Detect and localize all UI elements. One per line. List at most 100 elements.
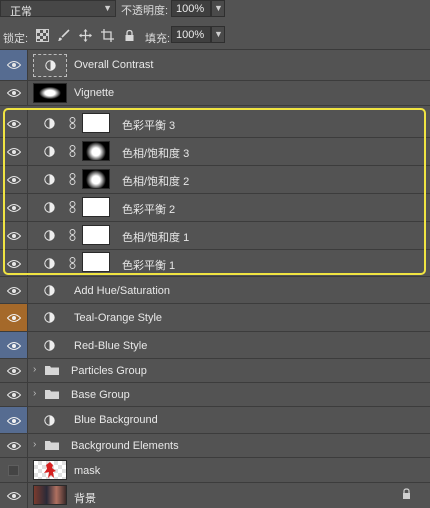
lock-all-icon[interactable] xyxy=(123,29,136,42)
opacity-input[interactable]: 100% xyxy=(171,0,211,17)
layer-row[interactable]: Overall Contrast xyxy=(0,50,430,81)
lock-transparent-pixels-icon[interactable] xyxy=(36,29,49,42)
visibility-toggle[interactable] xyxy=(0,332,28,358)
layer-group-row[interactable]: › Particles Group xyxy=(0,359,430,383)
link-icon[interactable] xyxy=(69,257,76,269)
layer-row[interactable]: 色相/饱和度 2 xyxy=(0,166,430,194)
layer-group-row[interactable]: › Background Elements xyxy=(0,434,430,458)
fill-input[interactable]: 100% xyxy=(171,26,211,43)
folder-icon xyxy=(45,441,59,450)
link-icon[interactable] xyxy=(69,145,76,157)
visibility-toggle[interactable] xyxy=(0,138,28,165)
eye-icon xyxy=(7,61,21,69)
visibility-toggle[interactable] xyxy=(0,407,28,433)
visibility-toggle[interactable] xyxy=(0,383,28,406)
layer-name: Base Group xyxy=(71,389,130,401)
visibility-toggle[interactable] xyxy=(0,304,28,331)
folder-icon xyxy=(45,390,59,399)
link-icon[interactable] xyxy=(69,201,76,213)
adjustment-layer-icon xyxy=(44,118,55,129)
eye-icon xyxy=(7,391,21,399)
layer-name: mask xyxy=(74,465,101,477)
eye-icon xyxy=(7,492,21,500)
adjustment-layer-icon xyxy=(44,285,55,296)
layer-mask-thumbnail[interactable] xyxy=(82,197,110,217)
eye-icon xyxy=(7,232,21,240)
brush-icon[interactable] xyxy=(57,29,70,42)
layer-row[interactable]: mask xyxy=(0,458,430,483)
layer-row[interactable]: 背景 xyxy=(0,483,430,508)
layer-row[interactable]: 色相/饱和度 3 xyxy=(0,138,430,166)
visibility-toggle[interactable] xyxy=(0,110,28,137)
visibility-toggle[interactable] xyxy=(0,81,28,105)
visibility-toggle[interactable] xyxy=(0,250,28,276)
link-icon[interactable] xyxy=(69,117,76,129)
adjustment-layer-icon xyxy=(44,258,55,269)
eye-icon xyxy=(7,204,21,212)
layer-row[interactable]: Teal-Orange Style xyxy=(0,304,430,332)
eye-icon xyxy=(7,120,21,128)
layer-mask-thumbnail[interactable] xyxy=(82,252,110,272)
fill-value: 100% xyxy=(176,29,205,41)
adjustment-layer-icon xyxy=(44,146,55,157)
lock-label: 锁定: xyxy=(3,33,29,45)
fill-dropdown-button[interactable]: ▼ xyxy=(211,26,225,43)
adjustment-layer-icon xyxy=(44,174,55,185)
adjustment-layer-icon xyxy=(44,230,55,241)
layer-name: 色彩平衡 1 xyxy=(122,260,176,272)
move-icon[interactable] xyxy=(79,29,92,42)
figure-silhouette-icon xyxy=(44,462,56,478)
layer-row[interactable]: 色彩平衡 3 xyxy=(0,110,430,138)
layer-name: Red-Blue Style xyxy=(74,340,148,352)
layer-mask-thumbnail[interactable] xyxy=(82,113,110,133)
layer-group-row[interactable]: › Base Group xyxy=(0,383,430,407)
visibility-toggle[interactable] xyxy=(0,166,28,193)
layer-thumbnail xyxy=(33,54,67,77)
eye-icon xyxy=(7,260,21,268)
eye-icon xyxy=(7,417,21,425)
blend-mode-dropdown[interactable]: 正常 ▼ xyxy=(0,0,116,18)
visibility-toggle[interactable] xyxy=(0,483,28,508)
adjustment-layer-icon xyxy=(45,60,56,71)
layer-name: Background Elements xyxy=(71,440,179,452)
layer-name: 色相/饱和度 2 xyxy=(122,176,190,188)
layer-name: Teal-Orange Style xyxy=(74,312,163,324)
crop-artboard-icon[interactable] xyxy=(101,29,114,42)
eye-icon xyxy=(7,287,21,295)
opacity-dropdown-button[interactable]: ▼ xyxy=(211,0,225,17)
layer-row[interactable]: Vignette xyxy=(0,81,430,106)
expand-arrow-icon[interactable]: › xyxy=(33,364,36,375)
layer-name: 色相/饱和度 3 xyxy=(122,148,190,160)
visibility-toggle[interactable] xyxy=(0,222,28,249)
layer-row[interactable]: Add Hue/Saturation xyxy=(0,278,430,304)
expand-arrow-icon[interactable]: › xyxy=(33,439,36,450)
link-icon[interactable] xyxy=(69,229,76,241)
eye-icon xyxy=(7,442,21,450)
adjustment-layer-icon xyxy=(44,340,55,351)
layer-mask-thumbnail[interactable] xyxy=(82,169,110,189)
layer-thumbnail xyxy=(33,485,67,505)
visibility-toggle[interactable] xyxy=(0,194,28,221)
layer-mask-thumbnail[interactable] xyxy=(82,225,110,245)
eye-icon xyxy=(7,314,21,322)
layer-row[interactable]: Red-Blue Style xyxy=(0,332,430,359)
link-icon[interactable] xyxy=(69,173,76,185)
layer-name: 背景 xyxy=(74,493,96,505)
layer-thumbnail xyxy=(33,460,67,480)
visibility-toggle[interactable] xyxy=(0,359,28,382)
layer-row[interactable]: Blue Background xyxy=(0,407,430,434)
opacity-label: 不透明度: xyxy=(121,5,169,17)
layer-mask-thumbnail[interactable] xyxy=(82,141,110,161)
layer-name: 色彩平衡 2 xyxy=(122,204,176,216)
visibility-toggle[interactable] xyxy=(0,278,28,303)
layer-row[interactable]: 色相/饱和度 1 xyxy=(0,222,430,250)
layer-row[interactable]: 色彩平衡 1 xyxy=(0,250,430,277)
expand-arrow-icon[interactable]: › xyxy=(33,388,36,399)
layer-name: 色相/饱和度 1 xyxy=(122,232,190,244)
visibility-toggle[interactable] xyxy=(0,434,28,457)
visibility-toggle[interactable] xyxy=(0,50,28,80)
opacity-value: 100% xyxy=(176,3,205,15)
layer-row[interactable]: 色彩平衡 2 xyxy=(0,194,430,222)
visibility-toggle[interactable] xyxy=(0,458,28,482)
layer-name: 色彩平衡 3 xyxy=(122,120,176,132)
